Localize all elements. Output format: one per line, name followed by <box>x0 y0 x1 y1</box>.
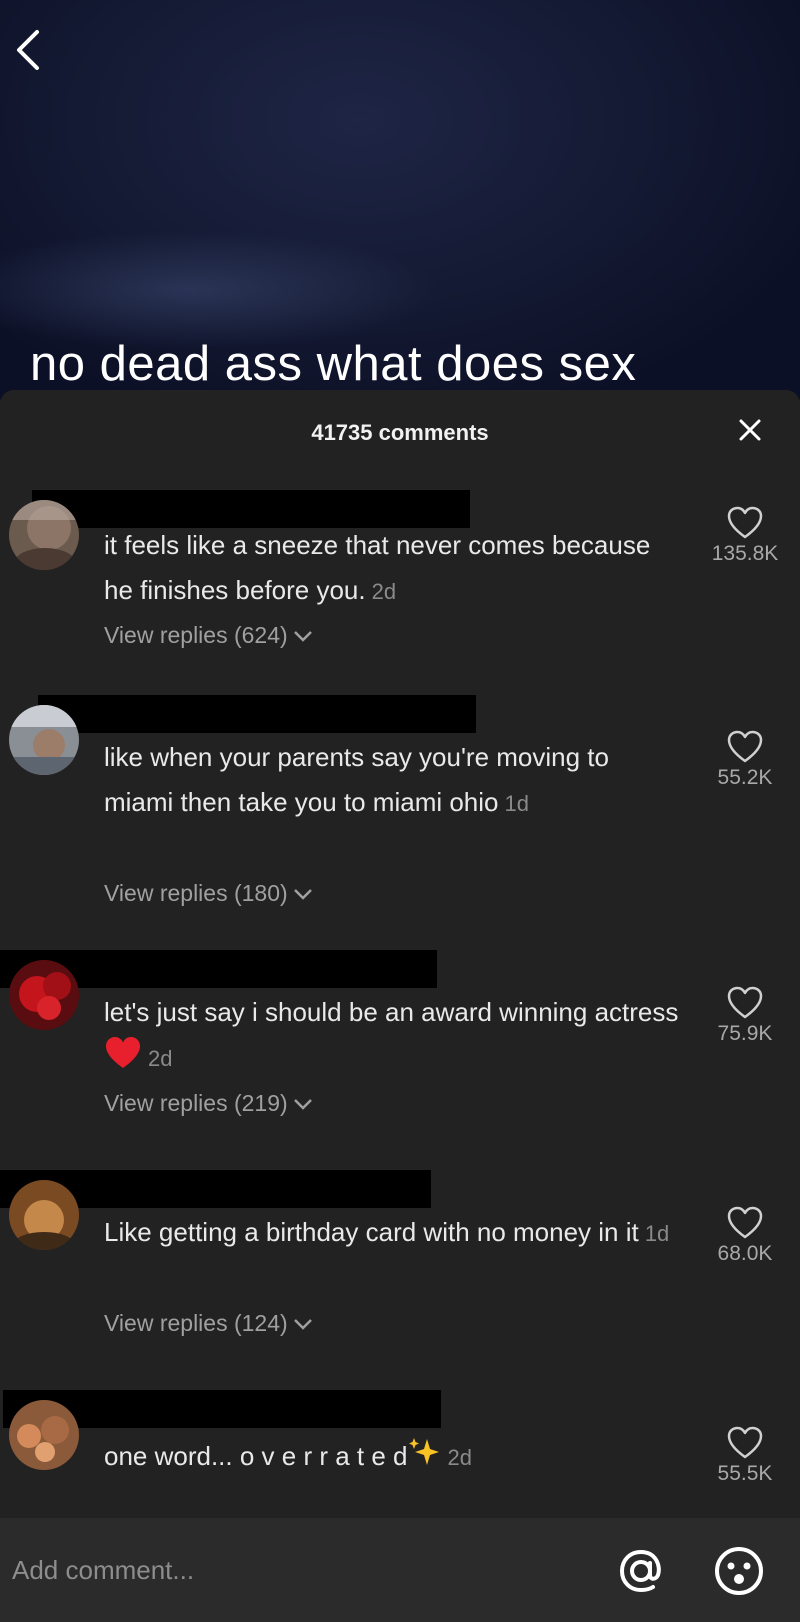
view-replies-button[interactable]: View replies (219) <box>104 1090 314 1117</box>
close-button[interactable] <box>730 410 770 450</box>
avatar[interactable] <box>9 705 79 775</box>
mention-button[interactable] <box>614 1544 668 1598</box>
avatar-photo <box>9 1400 79 1470</box>
redacted-username <box>38 695 476 733</box>
comment-item: Like getting a birthday card with no mon… <box>0 1170 800 1370</box>
comment-timestamp: 2d <box>447 1445 472 1470</box>
comments-count-title: 41735 comments <box>311 420 489 445</box>
comment-timestamp: 1d <box>644 1221 670 1246</box>
heart-outline-icon[interactable] <box>727 506 763 540</box>
comment-input-bar <box>0 1518 800 1622</box>
smiley-face-icon <box>715 1547 763 1595</box>
comment-item: it feels like a sneeze that never comes … <box>0 478 800 678</box>
close-icon <box>739 419 761 441</box>
avatar-photo <box>9 1180 79 1250</box>
heart-outline-icon[interactable] <box>727 986 763 1020</box>
chevron-down-icon <box>293 888 312 900</box>
comments-sheet: 41735 comments it feels like a sneeze th… <box>0 390 800 1622</box>
avatar[interactable] <box>9 1400 79 1470</box>
video-caption: no dead ass what does sex <box>30 337 637 391</box>
like-section: 55.5K <box>690 1426 800 1486</box>
emoji-button[interactable] <box>712 1544 766 1598</box>
video-player[interactable]: no dead ass what does sex <box>0 0 800 400</box>
comment-text: it feels like a sneeze that never comes … <box>104 523 684 614</box>
comment-timestamp: 2d <box>148 1046 173 1071</box>
like-count: 75.9K <box>717 1022 773 1045</box>
heart-outline-icon[interactable] <box>727 1426 763 1460</box>
view-replies-button[interactable]: View replies (624) <box>104 622 314 649</box>
like-section: 55.2K <box>690 730 800 790</box>
like-count: 55.2K <box>717 766 773 789</box>
avatar[interactable] <box>9 960 79 1030</box>
comment-text: one word... o v e r r a t e d 2d <box>104 1434 684 1480</box>
chevron-down-icon <box>293 1098 312 1110</box>
view-replies-button[interactable]: View replies (124) <box>104 1310 314 1337</box>
red-heart-emoji <box>106 1037 140 1068</box>
back-button[interactable] <box>8 22 48 78</box>
like-count: 135.8K <box>711 542 779 565</box>
comment-timestamp: 2d <box>371 579 397 604</box>
chevron-down-icon <box>293 1318 312 1330</box>
comment-item: like when your parents say you're moving… <box>0 695 800 935</box>
like-section: 68.0K <box>690 1206 800 1266</box>
like-section: 75.9K <box>690 986 800 1046</box>
comment-text: let's just say i should be an award winn… <box>104 990 684 1081</box>
avatar-photo <box>9 500 79 570</box>
comment-body: let's just say i should be an award winn… <box>104 997 679 1027</box>
heart-outline-icon[interactable] <box>727 730 763 764</box>
chevron-down-icon <box>293 630 312 642</box>
comment-body: one word... o v e r r a t e d <box>104 1441 408 1471</box>
chevron-left-icon <box>17 30 39 70</box>
sparkles-emoji <box>409 1438 440 1465</box>
comment-body: like when your parents say you're moving… <box>104 742 609 817</box>
comment-text: like when your parents say you're moving… <box>104 735 684 826</box>
view-replies-label: View replies (219) <box>104 1090 288 1116</box>
comment-text: Like getting a birthday card with no mon… <box>104 1210 684 1256</box>
heart-outline-icon[interactable] <box>727 1206 763 1240</box>
like-section: 135.8K <box>690 506 800 566</box>
video-light-glow <box>0 230 440 350</box>
comment-item: let's just say i should be an award winn… <box>0 950 800 1150</box>
avatar[interactable] <box>9 1180 79 1250</box>
view-replies-button[interactable]: View replies (180) <box>104 880 314 907</box>
view-replies-label: View replies (180) <box>104 880 288 906</box>
like-count: 55.5K <box>717 1462 773 1485</box>
comment-timestamp: 1d <box>504 791 529 816</box>
view-replies-label: View replies (124) <box>104 1310 288 1336</box>
like-count: 68.0K <box>717 1242 773 1265</box>
at-sign-icon <box>619 1549 661 1593</box>
comment-item: one word... o v e r r a t e d 2d 55.5K <box>0 1390 800 1518</box>
avatar-photo <box>9 705 79 775</box>
view-replies-label: View replies (624) <box>104 622 288 648</box>
avatar-photo <box>9 960 79 1030</box>
comment-body: Like getting a birthday card with no mon… <box>104 1217 639 1247</box>
avatar[interactable] <box>9 500 79 570</box>
add-comment-input[interactable] <box>10 1544 574 1596</box>
